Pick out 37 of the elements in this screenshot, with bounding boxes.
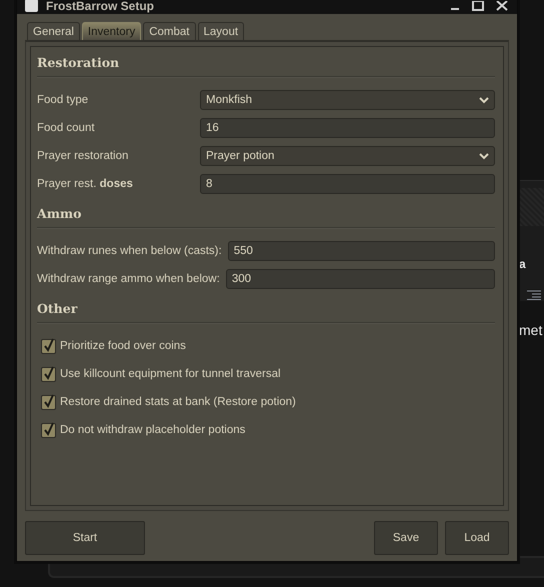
app-icon xyxy=(25,0,38,12)
tab[interactable]: Layout xyxy=(198,22,244,40)
field-label: Food count xyxy=(37,122,96,134)
chevron-icon xyxy=(479,96,489,104)
checkbox-label: Restore drained stats at bank (Restore potion) xyxy=(60,396,296,408)
background-text: a xyxy=(519,257,526,271)
field-label: Prayer restoration xyxy=(37,150,130,162)
indent-icon xyxy=(527,290,541,300)
checkbox[interactable] xyxy=(41,422,56,438)
checkbox-label: Use killcount equipment for tunnel traversal xyxy=(60,368,281,380)
tab[interactable]: Combat xyxy=(143,22,196,40)
checkbox-label: Do not withdraw placeholder potions xyxy=(60,424,246,436)
dropdown[interactable]: Monkfish xyxy=(200,90,495,110)
field-label: Food type xyxy=(37,94,90,106)
window-controls-icon[interactable] xyxy=(449,0,509,10)
section-heading: Other xyxy=(37,300,78,318)
start-button[interactable]: Start xyxy=(25,521,145,555)
input-field[interactable]: 550 xyxy=(228,241,495,261)
chevron-icon xyxy=(479,152,489,160)
input-field[interactable]: 16 xyxy=(200,118,495,138)
tab[interactable]: General xyxy=(27,22,80,40)
checkbox-label: Prioritize food over coins xyxy=(60,340,186,352)
window-title: FrostBarrow Setup xyxy=(46,0,156,13)
action-button[interactable]: Save xyxy=(374,521,438,555)
section-heading: Restoration xyxy=(37,54,120,72)
action-button[interactable]: Load xyxy=(445,521,509,555)
field-label: Withdraw range ammo when below: xyxy=(37,273,220,285)
background-text: met xyxy=(519,322,542,338)
input-field[interactable]: 8 xyxy=(200,174,495,194)
checkbox[interactable] xyxy=(41,338,56,354)
checkbox[interactable] xyxy=(41,394,56,410)
section-heading: Ammo xyxy=(37,205,82,223)
field-label: Prayer rest. doses xyxy=(37,178,134,190)
field-label: Withdraw runes when below (casts): xyxy=(37,245,222,257)
checkbox[interactable] xyxy=(41,366,56,382)
input-field[interactable]: 300 xyxy=(226,269,495,289)
dropdown[interactable]: Prayer potion xyxy=(200,146,495,166)
